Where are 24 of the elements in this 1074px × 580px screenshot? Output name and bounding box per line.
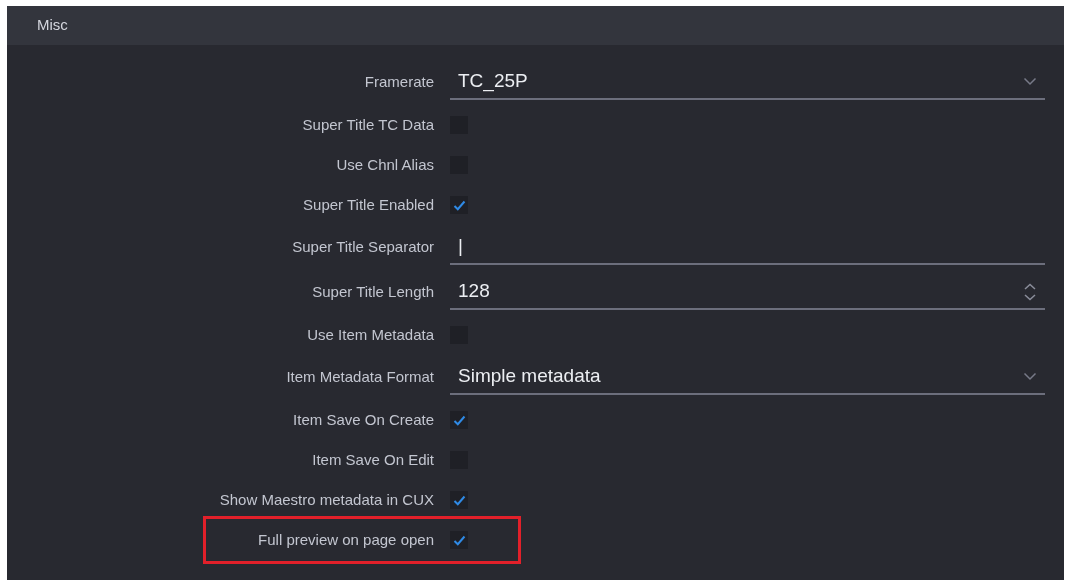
checkbox[interactable] xyxy=(450,531,468,549)
field-label: Super Title Length xyxy=(311,282,434,303)
dropdown[interactable]: TC_25P xyxy=(450,65,1045,100)
spinner-icon[interactable] xyxy=(1023,281,1037,302)
panel-title: Misc xyxy=(37,15,68,36)
checkbox[interactable] xyxy=(450,491,468,509)
field-label: Item Metadata Format xyxy=(285,367,434,388)
field-label: Use Chnl Alias xyxy=(335,154,434,175)
number-field[interactable]: 128 xyxy=(450,275,1045,310)
field-label: Show Maestro metadata in CUX xyxy=(218,489,434,510)
dropdown[interactable]: Simple metadata xyxy=(450,360,1045,395)
field-label: Super Title TC Data xyxy=(301,114,434,135)
field-label: Use Item Metadata xyxy=(306,324,434,345)
checkbox[interactable] xyxy=(450,411,468,429)
field-label: Super Title Enabled xyxy=(302,194,434,215)
chevron-down-icon xyxy=(1023,77,1037,86)
field-label: Framerate xyxy=(363,72,434,93)
field-label: Full preview on page open xyxy=(257,529,434,550)
text-field[interactable]: | xyxy=(450,230,1045,265)
checkbox[interactable] xyxy=(450,196,468,214)
field-label: Item Save On Edit xyxy=(311,449,434,470)
chevron-down-icon xyxy=(1023,372,1037,381)
field-label: Item Save On Create xyxy=(292,409,434,430)
field-label: Super Title Separator xyxy=(291,237,434,258)
